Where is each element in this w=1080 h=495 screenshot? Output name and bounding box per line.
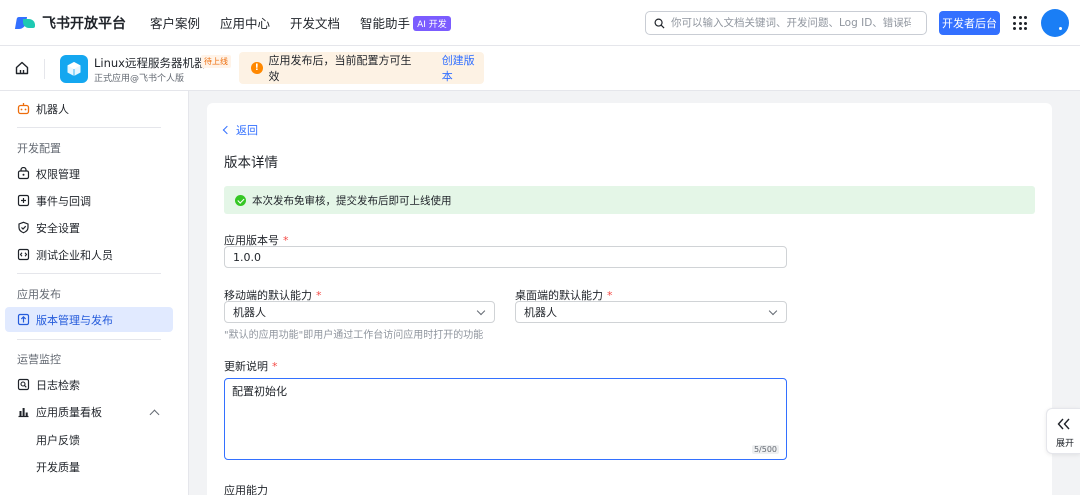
mobile-ability-value: 机器人 bbox=[233, 306, 266, 319]
sidebar-item-permissions[interactable]: 权限管理 bbox=[5, 161, 173, 186]
notice-text: 应用发布后，当前配置方可生效 bbox=[268, 54, 412, 83]
check-circle-icon bbox=[235, 194, 246, 206]
expand-label: 展开 bbox=[1056, 439, 1075, 449]
sidebar-subitem-user-feedback[interactable]: 用户反馈 bbox=[36, 432, 80, 448]
divider bbox=[17, 127, 161, 128]
sidebar-item-bot[interactable]: 机器人 bbox=[5, 96, 173, 121]
warning-icon: ! bbox=[251, 62, 263, 74]
chevron-left-icon bbox=[222, 125, 232, 135]
version-detail-card: 返回 版本详情 本次发布免审核，提交发布后即可上线使用 应用版本号 * 1.0.0… bbox=[207, 103, 1052, 495]
divider bbox=[44, 59, 45, 79]
brand-logo[interactable]: 飞书开放平台 bbox=[14, 13, 126, 33]
success-text: 本次发布免审核，提交发布后即可上线使用 bbox=[252, 194, 452, 207]
sidebar-item-label: 版本管理与发布 bbox=[36, 313, 113, 327]
sidebar-subitem-dev-quality[interactable]: 开发质量 bbox=[36, 459, 80, 475]
page-title: 版本详情 bbox=[224, 155, 278, 171]
sidebar-item-label: 机器人 bbox=[36, 102, 69, 116]
status-badge: 待上线 bbox=[201, 55, 231, 68]
sidebar: 机器人 开发配置 权限管理 事件与回调 安全设置 测试企业和人员 应用发布 版本… bbox=[0, 91, 189, 495]
create-version-link[interactable]: 创建版本 bbox=[442, 52, 484, 84]
expand-panel-button[interactable]: 展开 bbox=[1046, 408, 1080, 454]
notes-label: 更新说明 * bbox=[224, 358, 278, 374]
sidebar-item-quality-dashboard[interactable]: 应用质量看板 bbox=[5, 399, 173, 424]
bar-chart-icon bbox=[18, 408, 29, 418]
nav-link-assistant-label: 智能助手 bbox=[360, 16, 411, 31]
desktop-ability-select[interactable]: 机器人 bbox=[515, 301, 787, 323]
double-chevron-left-icon bbox=[1057, 418, 1070, 430]
app-subtitle: 正式应用@飞书个人版 bbox=[94, 74, 185, 84]
sidebar-item-version-release[interactable]: 版本管理与发布 bbox=[5, 307, 173, 332]
nav-link-docs[interactable]: 开发文档 bbox=[290, 13, 340, 32]
success-banner: 本次发布免审核，提交发布后即可上线使用 bbox=[224, 186, 1035, 214]
sidebar-item-label: 测试企业和人员 bbox=[36, 248, 113, 262]
version-input[interactable]: 1.0.0 bbox=[224, 246, 787, 268]
developer-console-button[interactable]: 开发者后台 bbox=[939, 11, 1000, 35]
desktop-ability-value: 机器人 bbox=[524, 306, 557, 319]
section-dev-config: 开发配置 bbox=[17, 142, 61, 155]
release-notes-value: 配置初始化 bbox=[232, 385, 287, 398]
top-nav: 飞书开放平台 客户案例 应用中心 开发文档 智能助手AI 开发 开发者后台 bbox=[0, 0, 1080, 46]
sidebar-item-label: 日志检索 bbox=[36, 378, 80, 392]
back-label: 返回 bbox=[236, 124, 258, 137]
char-counter: 5/500 bbox=[751, 445, 779, 454]
chevron-down-icon bbox=[768, 306, 778, 316]
sidebar-item-events[interactable]: 事件与回调 bbox=[5, 188, 173, 213]
capabilities-label: 应用能力 bbox=[224, 484, 268, 495]
notes-label-text: 更新说明 bbox=[224, 360, 268, 373]
chevron-down-icon bbox=[476, 306, 486, 316]
release-notes-textarea[interactable]: 配置初始化 5/500 bbox=[224, 378, 787, 460]
app-cube-icon bbox=[60, 55, 88, 83]
app-name: Linux远程服务器机器人 bbox=[94, 56, 217, 70]
nav-links: 客户案例 应用中心 开发文档 智能助手 AI 开发 bbox=[150, 13, 471, 32]
sidebar-item-label: 权限管理 bbox=[36, 167, 80, 181]
mobile-ability-select[interactable]: 机器人 bbox=[224, 301, 495, 323]
section-publish: 应用发布 bbox=[17, 288, 61, 301]
search-input[interactable] bbox=[671, 17, 911, 29]
sidebar-item-test-tenants[interactable]: 测试企业和人员 bbox=[5, 242, 173, 267]
brand-name: 飞书开放平台 bbox=[42, 15, 126, 32]
robot-icon bbox=[17, 103, 30, 115]
search-box[interactable] bbox=[645, 11, 927, 35]
nav-link-cases[interactable]: 客户案例 bbox=[150, 13, 200, 32]
avatar[interactable] bbox=[1041, 9, 1069, 37]
sidebar-item-label: 应用质量看板 bbox=[36, 405, 102, 419]
sidebar-item-logs[interactable]: 日志检索 bbox=[5, 372, 173, 397]
feishu-logo-icon bbox=[14, 14, 36, 32]
divider bbox=[17, 339, 161, 340]
upload-icon bbox=[17, 313, 30, 326]
sidebar-item-security[interactable]: 安全设置 bbox=[5, 215, 173, 240]
required-mark: * bbox=[272, 360, 278, 373]
ability-hint: "默认的应用功能"即用户通过工作台访问应用时打开的功能 bbox=[224, 330, 484, 341]
divider bbox=[17, 273, 161, 274]
log-search-icon bbox=[17, 378, 30, 391]
sidebar-item-label: 安全设置 bbox=[36, 221, 80, 235]
nav-link-assistant[interactable]: 智能助手 AI 开发 bbox=[360, 13, 451, 32]
version-value: 1.0.0 bbox=[233, 250, 261, 264]
sidebar-item-label: 事件与回调 bbox=[36, 194, 91, 208]
apps-grid-icon[interactable] bbox=[1013, 16, 1027, 30]
event-icon bbox=[17, 194, 30, 207]
search-icon bbox=[654, 18, 665, 29]
section-ops: 运营监控 bbox=[17, 353, 61, 366]
permission-icon bbox=[17, 167, 30, 180]
back-link[interactable]: 返回 bbox=[222, 122, 258, 138]
shield-icon bbox=[18, 221, 29, 234]
home-icon[interactable] bbox=[14, 60, 30, 76]
ai-dev-badge: AI 开发 bbox=[413, 16, 451, 31]
nav-link-app-center[interactable]: 应用中心 bbox=[220, 13, 270, 32]
code-icon bbox=[17, 248, 30, 261]
publish-notice: ! 应用发布后，当前配置方可生效 创建版本 bbox=[239, 52, 484, 84]
app-header: Linux远程服务器机器人 待上线 正式应用@飞书个人版 ! 应用发布后，当前配… bbox=[0, 46, 1080, 91]
